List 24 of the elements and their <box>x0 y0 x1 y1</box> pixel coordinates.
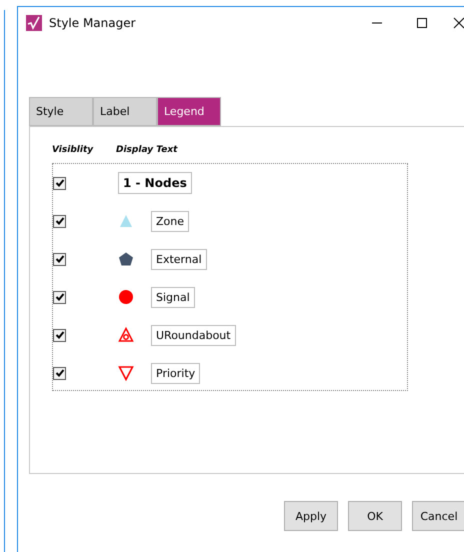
checkbox[interactable] <box>53 290 66 304</box>
tab[interactable]: Legend <box>157 97 221 126</box>
checkbox[interactable] <box>53 214 66 228</box>
checkbox[interactable] <box>53 252 66 266</box>
tab[interactable]: Style <box>29 97 93 126</box>
ok-button[interactable]: OK <box>348 501 402 531</box>
checkbox[interactable] <box>53 366 66 380</box>
maximize-icon <box>416 17 428 29</box>
apply-button[interactable]: Apply <box>284 501 338 531</box>
close-icon <box>453 17 464 29</box>
cancel-button[interactable]: Cancel <box>412 501 464 531</box>
text-field[interactable]: External <box>151 248 207 270</box>
text-field[interactable]: URoundabout <box>151 324 236 346</box>
text-field[interactable]: 1 - Nodes <box>118 172 192 194</box>
window-title: Style Manager <box>49 16 136 30</box>
text-field[interactable]: Zone <box>151 210 190 232</box>
column-header: Visiblity <box>52 145 94 155</box>
checkmark-logo-icon <box>26 15 42 31</box>
checkbox[interactable] <box>53 176 66 190</box>
text-field[interactable]: Signal <box>151 286 195 308</box>
tab[interactable]: Label <box>93 97 157 126</box>
column-header: Display Text <box>116 145 178 155</box>
text-field[interactable]: Priority <box>151 362 200 384</box>
checkbox[interactable] <box>53 328 66 342</box>
